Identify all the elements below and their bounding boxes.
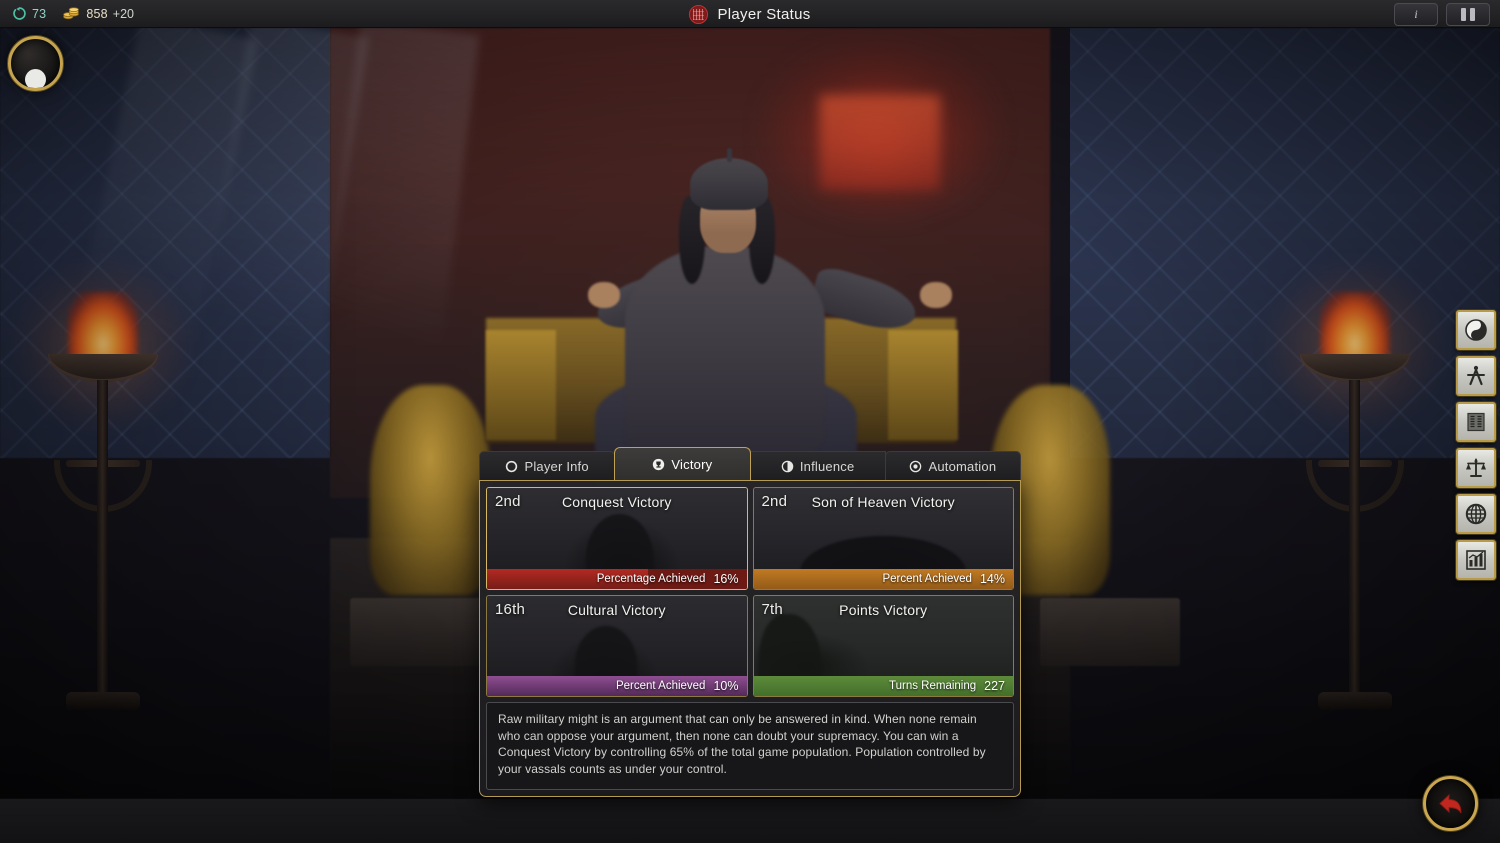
sidebar-item-diplomacy[interactable] — [1456, 448, 1496, 488]
sidebar-item-statistics[interactable] — [1456, 540, 1496, 580]
sidebar-item-empire[interactable] — [1456, 494, 1496, 534]
cultural-progress-bar: Percent Achieved 10% — [487, 676, 747, 696]
son-of-heaven-progress-bar: Percent Achieved 14% — [753, 568, 1013, 589]
throne-base-right — [1040, 598, 1180, 666]
info-button[interactable]: i — [1394, 3, 1438, 26]
trophy-icon — [653, 458, 665, 470]
victory-card-points[interactable]: 7th Points Victory Turns Remaining 227 — [752, 594, 1014, 697]
sidebar-item-religion[interactable] — [1456, 310, 1496, 350]
bar-chart-icon — [1466, 550, 1486, 570]
tab-victory[interactable]: Victory — [614, 447, 751, 480]
victory-card-conquest[interactable]: 2nd Conquest Victory Percentage Achieved… — [486, 487, 748, 590]
cultural-metric-label: Percent Achieved — [615, 680, 706, 692]
tab-automation[interactable]: Automation — [884, 451, 1021, 480]
throne-arm-left — [486, 330, 556, 440]
son-of-heaven-metric-value: 14% — [979, 571, 1005, 586]
yin-yang-icon — [1465, 319, 1487, 341]
player-avatar[interactable] — [8, 36, 63, 91]
resource-group: 73 858 +20 — [0, 6, 134, 21]
back-arrow-icon — [1438, 793, 1461, 813]
conquest-metric-value: 16% — [713, 571, 739, 586]
conquest-progress-bar: Percentage Achieved 16% — [487, 568, 747, 589]
emperor-hand-left — [588, 282, 620, 308]
bottom-bar — [0, 798, 1500, 843]
points-metric-value: 227 — [984, 679, 1005, 693]
money-delta: +20 — [112, 6, 134, 21]
circle-outline-icon — [506, 460, 518, 472]
gold-statue-left — [370, 385, 490, 595]
globe-seal-icon — [1465, 503, 1487, 525]
info-icon: i — [1414, 7, 1418, 21]
panel-tabs: Player Info Victory Influence Automation — [479, 447, 1021, 480]
top-bar: 73 858 +20 Player Status i — [0, 0, 1500, 28]
influence-value: 73 — [32, 6, 47, 21]
conquest-metric-label: Percentage Achieved — [596, 572, 706, 585]
player-portrait-icon — [25, 69, 46, 88]
tab-influence[interactable]: Influence — [749, 451, 886, 480]
wall-banner-glow — [820, 95, 940, 190]
sidebar-item-civics[interactable] — [1456, 402, 1496, 442]
right-sidebar — [1454, 310, 1498, 580]
points-title: Points Victory — [839, 601, 928, 618]
money-icon — [63, 7, 80, 20]
compass-divider-icon — [1467, 365, 1485, 386]
scroll-text-icon — [1467, 412, 1485, 432]
back-button[interactable] — [1423, 776, 1478, 831]
panel-body: 2nd Conquest Victory Percentage Achieved… — [479, 480, 1021, 797]
resource-money[interactable]: 858 +20 — [62, 6, 134, 21]
tab-player-info-label: Player Info — [524, 458, 589, 474]
resource-influence[interactable]: 73 — [12, 6, 46, 21]
pause-icon — [1461, 8, 1475, 21]
tab-influence-label: Influence — [799, 458, 855, 474]
half-circle-icon — [781, 460, 794, 472]
throne-arm-right — [888, 330, 958, 440]
son-of-heaven-title: Son of Heaven Victory — [811, 494, 955, 510]
throne-base-left — [350, 598, 490, 666]
top-right-buttons: i — [1394, 3, 1490, 26]
tab-victory-label: Victory — [671, 456, 713, 472]
player-status-panel: Player Info Victory Influence Automation… — [479, 447, 1021, 797]
points-metric-label: Turns Remaining — [889, 680, 977, 692]
victory-card-son-of-heaven[interactable]: 2nd Son of Heaven Victory Percent Achiev… — [752, 487, 1014, 590]
page-title: Player Status — [0, 0, 1500, 28]
cultural-metric-value: 10% — [713, 679, 739, 693]
pause-button[interactable] — [1446, 3, 1490, 26]
target-dot-icon — [910, 460, 922, 472]
money-value: 858 — [86, 6, 108, 21]
victory-card-grid: 2nd Conquest Victory Percentage Achieved… — [486, 487, 1014, 697]
influence-icon — [13, 7, 26, 20]
conquest-title: Conquest Victory — [561, 494, 672, 510]
emperor-robe-upper — [625, 245, 825, 460]
cultural-title: Cultural Victory — [567, 601, 666, 618]
tab-automation-label: Automation — [928, 458, 997, 474]
scales-of-justice-icon — [1466, 458, 1486, 477]
sidebar-item-science[interactable] — [1456, 356, 1496, 396]
emperor-hat — [690, 148, 768, 210]
points-progress-bar: Turns Remaining 227 — [753, 676, 1013, 696]
victory-card-cultural[interactable]: 16th Cultural Victory Percent Achieved 1… — [486, 594, 748, 697]
page-title-label: Player Status — [717, 5, 811, 23]
imperial-seal-icon — [689, 4, 709, 24]
son-of-heaven-metric-label: Percent Achieved — [882, 572, 972, 585]
emperor-hand-right — [920, 282, 952, 308]
tab-player-info[interactable]: Player Info — [479, 451, 616, 480]
victory-description: Raw military might is an argument that c… — [486, 702, 1014, 790]
